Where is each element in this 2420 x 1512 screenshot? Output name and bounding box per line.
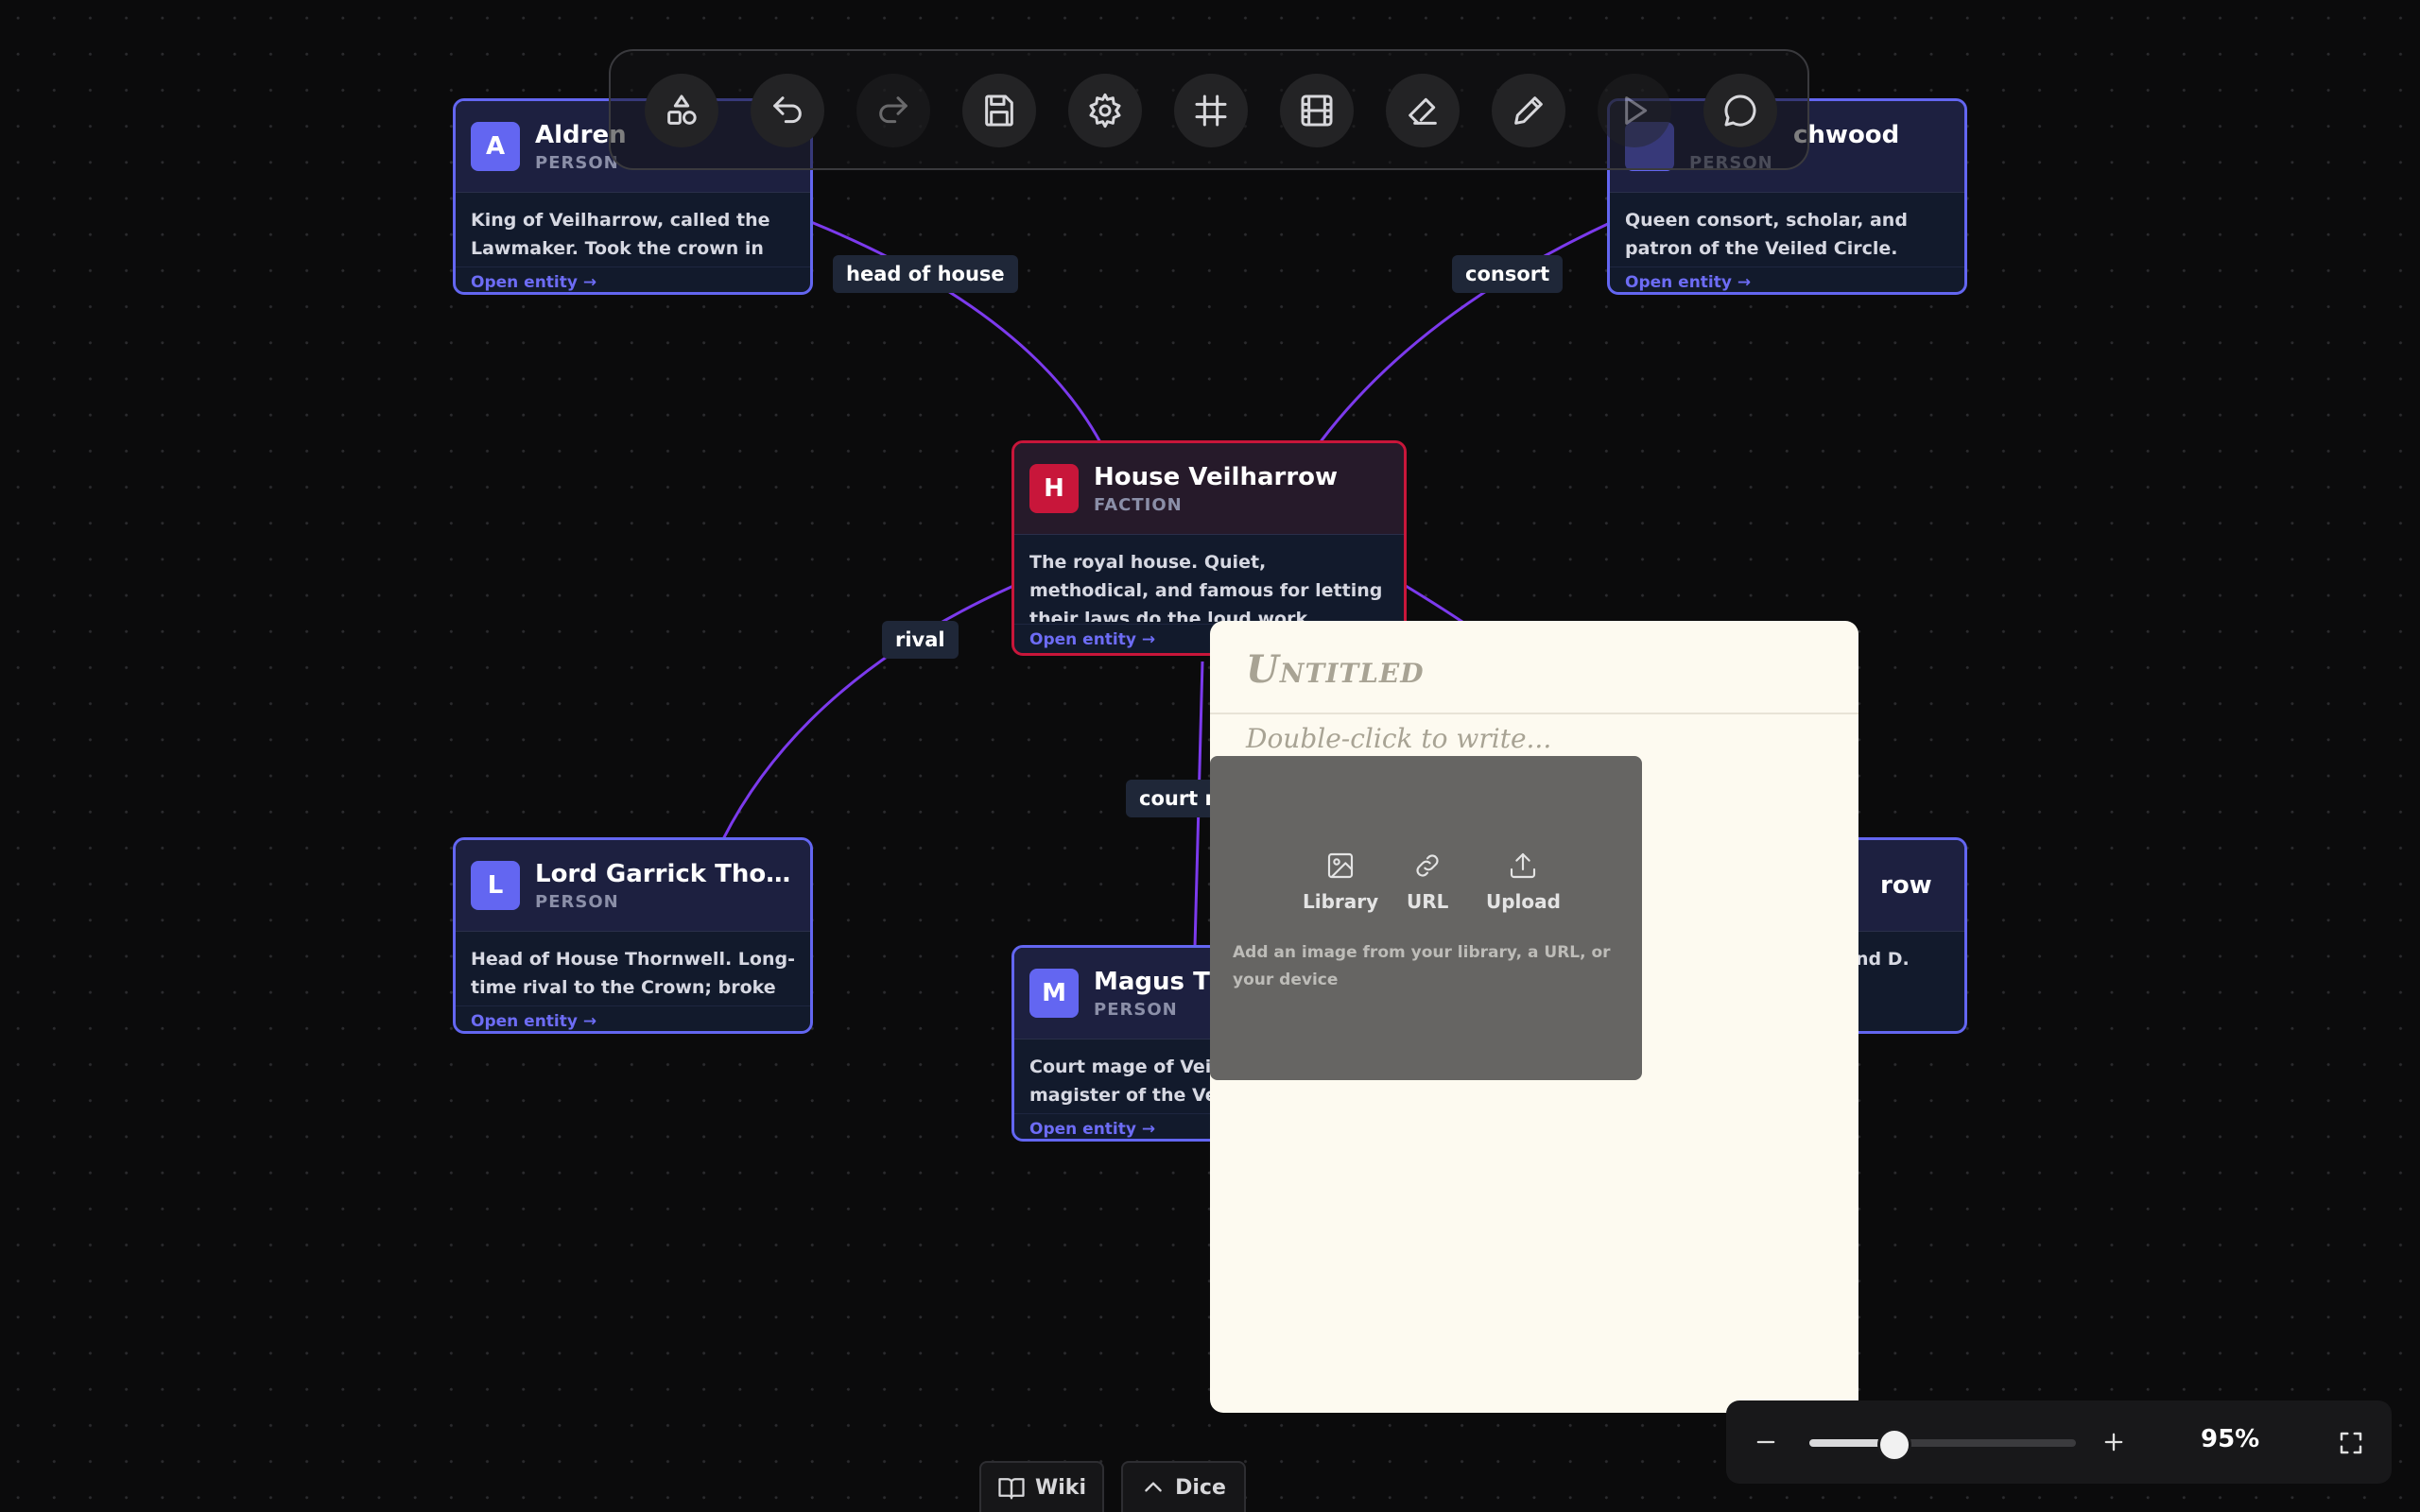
film-button[interactable] bbox=[1280, 74, 1354, 147]
edge-label-rival[interactable]: rival bbox=[882, 621, 959, 659]
chevron-up-icon bbox=[1145, 1482, 1162, 1492]
grid-icon bbox=[1195, 94, 1227, 127]
zoom-in-icon[interactable] bbox=[2100, 1429, 2127, 1455]
entity-type: PERSON bbox=[535, 891, 619, 912]
avatar: M bbox=[1029, 969, 1079, 1018]
settings-icon bbox=[1089, 93, 1121, 129]
book-icon bbox=[998, 1478, 1025, 1500]
entity-name: Lord Garrick Thorn… bbox=[535, 859, 795, 888]
option-label: Upload bbox=[1486, 890, 1561, 913]
entity-description: Head of House Thornwell. Long-time rival… bbox=[471, 949, 795, 998]
undo-icon bbox=[773, 96, 802, 124]
save-icon bbox=[985, 94, 1013, 127]
open-entity-link[interactable]: Open entity → bbox=[456, 266, 810, 292]
note-card[interactable]: Untitled Double-click to write... Librar… bbox=[1210, 621, 1858, 1413]
wiki-tab[interactable]: Wiki bbox=[979, 1461, 1104, 1512]
entity-description: The royal house. Quiet, methodical, and … bbox=[1029, 552, 1383, 622]
pencil-button[interactable] bbox=[1492, 74, 1565, 147]
edge-right bbox=[1405, 584, 1466, 626]
pencil-icon bbox=[1514, 96, 1543, 125]
redo-button[interactable] bbox=[856, 74, 930, 147]
zoom-controls: 95% bbox=[1726, 1400, 2392, 1484]
film-icon bbox=[1301, 94, 1333, 127]
edge-label-consort[interactable]: consort bbox=[1452, 255, 1564, 293]
settings-button[interactable] bbox=[1068, 74, 1142, 147]
option-label: URL bbox=[1407, 890, 1449, 913]
image-picker-panel: Library URL Upload Add an image from you… bbox=[1210, 756, 1642, 1080]
image-library-option[interactable]: Library bbox=[1303, 850, 1378, 913]
comment-button[interactable] bbox=[1703, 74, 1777, 147]
image-picker-hint: Add an image from your library, a URL, o… bbox=[1233, 943, 1611, 989]
play-button[interactable] bbox=[1598, 74, 1671, 147]
entity-description: Queen consort, scholar, and patron of th… bbox=[1625, 210, 1908, 259]
entity-name: House Veilharrow bbox=[1094, 462, 1339, 491]
entity-type: FACTION bbox=[1094, 494, 1183, 515]
image-url-option[interactable]: URL bbox=[1407, 850, 1448, 913]
image-upload-option[interactable]: Upload bbox=[1486, 850, 1561, 913]
note-body-placeholder[interactable]: Double-click to write... bbox=[1246, 723, 1551, 754]
play-icon bbox=[1625, 96, 1648, 125]
comment-icon bbox=[1724, 94, 1756, 127]
top-toolbar bbox=[609, 49, 1809, 170]
avatar: A bbox=[471, 122, 520, 171]
undo-button[interactable] bbox=[751, 74, 824, 147]
dice-label: Dice bbox=[1175, 1475, 1226, 1500]
redo-icon bbox=[879, 96, 908, 124]
card-header: H House Veilharrow FACTION bbox=[1014, 443, 1404, 535]
note-title[interactable]: Untitled bbox=[1246, 647, 1425, 692]
frame-button[interactable] bbox=[1174, 74, 1248, 147]
eraser-icon bbox=[1409, 97, 1437, 125]
option-label: Library bbox=[1303, 890, 1379, 913]
fullscreen-icon[interactable] bbox=[2337, 1429, 2365, 1457]
avatar: L bbox=[471, 861, 520, 910]
card-header: L Lord Garrick Thorn… PERSON bbox=[456, 840, 810, 932]
upload-icon bbox=[1511, 852, 1536, 879]
eraser-button[interactable] bbox=[1386, 74, 1460, 147]
wiki-label: Wiki bbox=[1035, 1475, 1086, 1500]
entity-card-garrick[interactable]: L Lord Garrick Thorn… PERSON Head of Hou… bbox=[453, 837, 813, 1034]
zoom-level: 95% bbox=[2201, 1425, 2260, 1453]
zoom-out-icon[interactable] bbox=[1753, 1429, 1779, 1455]
shapes-button[interactable] bbox=[645, 74, 718, 147]
entity-description: King of Veilharrow, called the Lawmaker.… bbox=[471, 210, 770, 259]
edge-label-head-of-house[interactable]: head of house bbox=[833, 255, 1018, 293]
zoom-slider-thumb[interactable] bbox=[1877, 1428, 1912, 1462]
edge-rival bbox=[721, 584, 1014, 840]
zoom-slider[interactable] bbox=[1809, 1428, 2076, 1462]
link-icon bbox=[1416, 854, 1439, 877]
open-entity-link[interactable]: Open entity → bbox=[456, 1005, 810, 1031]
entity-name: row bbox=[1880, 871, 1932, 900]
image-icon bbox=[1328, 852, 1354, 879]
save-button[interactable] bbox=[962, 74, 1036, 147]
dice-tab[interactable]: Dice bbox=[1121, 1461, 1246, 1512]
avatar: H bbox=[1029, 464, 1079, 513]
shapes-icon bbox=[667, 94, 697, 125]
note-divider bbox=[1210, 713, 1858, 714]
open-entity-link[interactable]: Open entity → bbox=[1610, 266, 1964, 292]
